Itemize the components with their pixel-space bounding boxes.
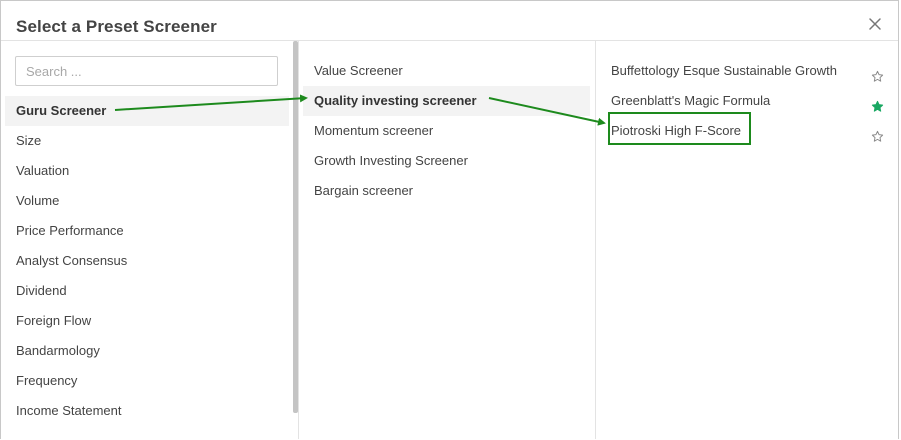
dialog-header: Select a Preset Screener [1,1,898,41]
close-icon [869,18,881,30]
star-filled-icon [871,100,884,112]
preset-item-piotroski-high-f-score[interactable]: Piotroski High F-Score [596,116,898,146]
favorite-toggle[interactable] [871,64,884,82]
subcategory-item-growth-investing-screener[interactable]: Growth Investing Screener [303,146,590,176]
category-item-price-performance[interactable]: Price Performance [5,216,289,246]
preset-label: Greenblatt's Magic Formula [611,93,771,108]
category-item-valuation[interactable]: Valuation [5,156,289,186]
star-outline-icon [871,130,884,142]
subcategory-item-momentum-screener[interactable]: Momentum screener [303,116,590,146]
preset-list: Buffettology Esque Sustainable Growth Gre… [596,56,898,146]
category-item-frequency[interactable]: Frequency [5,366,289,396]
category-item-bandarmology[interactable]: Bandarmology [5,336,289,366]
category-list: Guru Screener Size Valuation Volume Price Pe… [5,96,289,426]
category-item-dividend[interactable]: Dividend [5,276,289,306]
favorite-toggle[interactable] [871,94,884,112]
subcategory-list: Value Screener Quality investing screener… [303,56,590,206]
search-input[interactable] [15,56,278,86]
favorite-toggle[interactable] [871,124,884,142]
preset-item-greenblatt-s-magic-formula[interactable]: Greenblatt's Magic Formula [596,86,898,116]
subcategory-item-quality-investing-screener[interactable]: Quality investing screener [303,86,590,116]
subcategory-item-value-screener[interactable]: Value Screener [303,56,590,86]
category-item-volume[interactable]: Volume [5,186,289,216]
category-item-size[interactable]: Size [5,126,289,156]
star-outline-icon [871,70,884,82]
category-item-guru-screener[interactable]: Guru Screener [5,96,289,126]
category-scrollbar[interactable] [293,41,298,413]
category-item-analyst-consensus[interactable]: Analyst Consensus [5,246,289,276]
category-item-income-statement[interactable]: Income Statement [5,396,289,426]
preset-label: Buffettology Esque Sustainable Growth [611,63,837,78]
preset-column: Buffettology Esque Sustainable Growth Gre… [596,41,898,439]
subcategory-column: Value Screener Quality investing screener… [299,41,596,439]
preset-screener-dialog: Select a Preset Screener Guru ScreenerSi… [0,0,899,439]
close-button[interactable] [866,15,884,33]
preset-item-buffettology-esque-sustainable-growth[interactable]: Buffettology Esque Sustainable Growth [596,56,898,86]
category-item-foreign-flow[interactable]: Foreign Flow [5,306,289,336]
dialog-title: Select a Preset Screener [16,17,217,36]
preset-label: Piotroski High F-Score [611,123,742,138]
subcategory-item-bargain-screener[interactable]: Bargain screener [303,176,590,206]
category-column: Guru ScreenerSizeValuationVolumePrice Pe… [1,41,299,439]
